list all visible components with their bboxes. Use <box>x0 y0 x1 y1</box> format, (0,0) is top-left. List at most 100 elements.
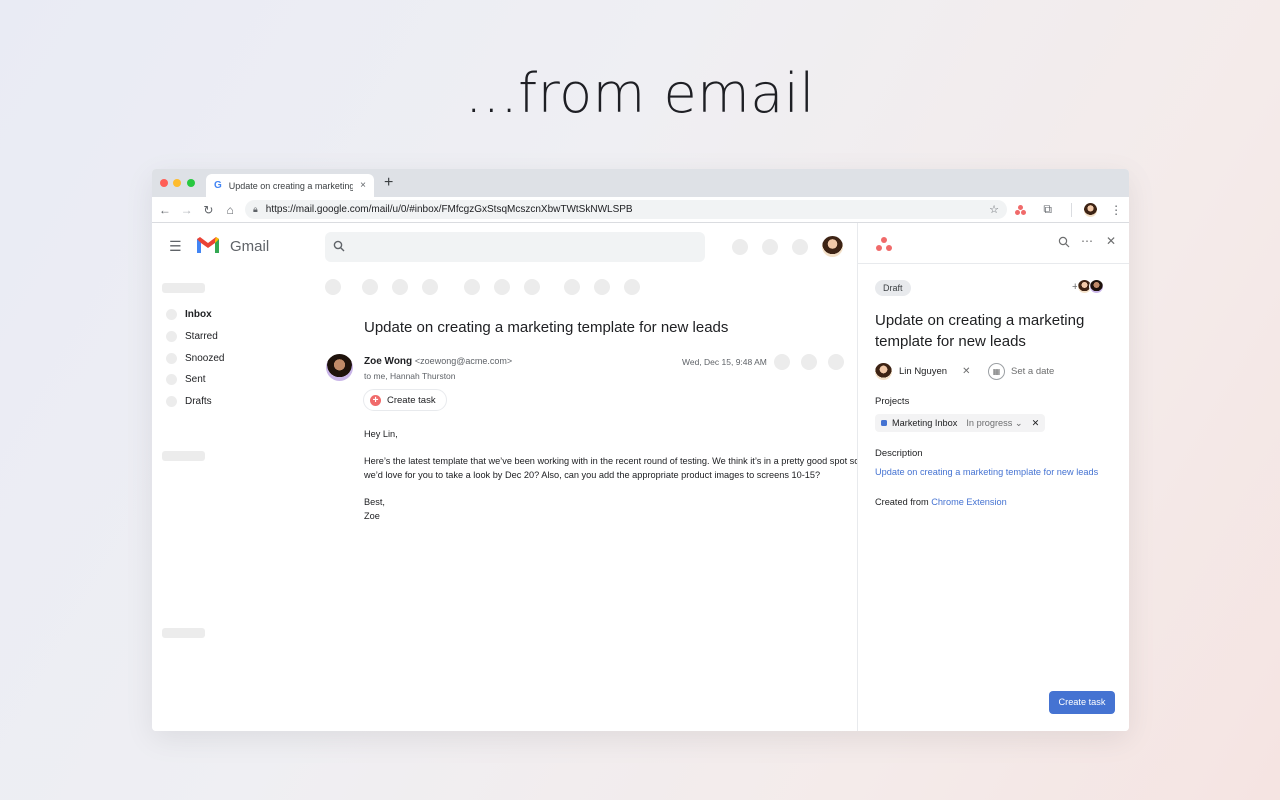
back-arrow-icon[interactable]: ← <box>158 203 172 217</box>
collaborators[interactable]: + <box>1072 279 1105 294</box>
sender-name[interactable]: Zoe Wong <box>364 356 412 367</box>
email-body-line: we’d love for you to take a look by Dec … <box>364 470 821 480</box>
assignee-field[interactable]: Lin Nguyen ✕ <box>875 363 970 380</box>
assignee-name: Lin Nguyen <box>899 366 948 377</box>
gmail-header: ☰ Gmail <box>152 223 857 271</box>
sidebar-item-snoozed[interactable]: Snoozed <box>166 353 224 364</box>
inbox-icon <box>166 309 177 320</box>
forward-arrow-icon[interactable]: → <box>180 203 194 217</box>
more-horizontal-icon[interactable]: ⋯ <box>1081 234 1093 248</box>
sidebar-item-label: Sent <box>185 374 206 385</box>
toolbar-placeholder[interactable] <box>494 279 510 295</box>
gmail-pane: ☰ Gmail Inbox Starred Snoozed Sent Draft… <box>152 223 859 731</box>
reload-icon[interactable]: ↻ <box>202 203 216 217</box>
kebab-menu-icon[interactable]: ⋮ <box>1109 203 1123 217</box>
sidebar-item-inbox[interactable]: Inbox <box>166 309 212 320</box>
search-icon[interactable] <box>1058 236 1070 251</box>
created-from-link[interactable]: Chrome Extension <box>931 497 1007 507</box>
email-signature: Zoe <box>364 511 380 521</box>
url-field[interactable]: 🔒︎ https://mail.google.com/mail/u/0/#inb… <box>245 200 1007 219</box>
sidebar-item-starred[interactable]: Starred <box>166 331 218 342</box>
projects-label: Projects <box>875 396 910 407</box>
tab-close-icon[interactable]: × <box>360 180 366 191</box>
google-g-icon: G <box>214 180 222 191</box>
search-input[interactable] <box>325 232 705 262</box>
puzzle-extensions-icon[interactable]: ⧉ <box>1041 202 1055 217</box>
sidebar-item-label: Snoozed <box>185 353 225 364</box>
toolbar-placeholder[interactable] <box>362 279 378 295</box>
description-label: Description <box>875 448 923 459</box>
sidebar-item-label: Inbox <box>185 309 212 320</box>
toolbar-placeholder[interactable] <box>464 279 480 295</box>
create-task-button[interactable]: Create task <box>1049 691 1115 714</box>
browser-tab[interactable]: G Update on creating a marketing t × <box>206 174 374 197</box>
create-task-chip[interactable]: + Create task <box>363 389 447 411</box>
project-status: In progress <box>966 417 1013 428</box>
project-status-dropdown[interactable]: In progress ⌄ <box>966 418 1022 429</box>
sidebar-item-label: Drafts <box>185 396 212 407</box>
home-icon[interactable]: ⌂ <box>223 203 237 217</box>
close-icon[interactable]: ✕ <box>1106 234 1116 248</box>
sidebar-item-sent[interactable]: Sent <box>166 374 206 385</box>
hamburger-menu-icon[interactable]: ☰ <box>169 239 182 253</box>
toolbar-placeholder[interactable] <box>524 279 540 295</box>
toolbar-placeholder[interactable] <box>325 279 341 295</box>
draft-icon <box>166 396 177 407</box>
header-placeholder <box>762 239 778 255</box>
toolbar-placeholder[interactable] <box>624 279 640 295</box>
created-from: Created from Chrome Extension <box>875 497 1007 507</box>
sidebar-placeholder <box>162 628 205 638</box>
tab-bar: G Update on creating a marketing t × + <box>152 169 1129 197</box>
sender-line: Zoe Wong <zoewong@acme.com> <box>364 356 512 367</box>
sidebar-item-label: Starred <box>185 331 218 342</box>
search-icon <box>333 240 345 255</box>
project-chip[interactable]: Marketing Inbox In progress ⌄ ✕ <box>875 414 1046 432</box>
email-action-placeholder[interactable] <box>774 354 790 370</box>
asana-header: ⋯ ✕ <box>858 223 1129 264</box>
bookmark-star-icon[interactable]: ☆ <box>989 203 999 216</box>
toolbar-placeholder[interactable] <box>392 279 408 295</box>
status-badge: Draft <box>875 280 911 296</box>
project-name: Marketing Inbox <box>892 418 958 428</box>
address-bar: ← → ↻ ⌂ 🔒︎ https://mail.google.com/mail/… <box>152 197 1129 223</box>
browser-window: G Update on creating a marketing t × + ←… <box>152 169 1129 731</box>
header-placeholder <box>792 239 808 255</box>
minimize-window-button[interactable] <box>173 179 181 187</box>
email-action-placeholder[interactable] <box>801 354 817 370</box>
close-window-button[interactable] <box>160 179 168 187</box>
remove-assignee-icon[interactable]: ✕ <box>962 366 970 377</box>
email-action-placeholder[interactable] <box>828 354 844 370</box>
clock-icon <box>166 353 177 364</box>
compose-placeholder <box>162 283 205 293</box>
description-link[interactable]: Update on creating a marketing template … <box>875 467 1098 477</box>
remove-project-icon[interactable]: ✕ <box>1032 418 1040 429</box>
toolbar-placeholder[interactable] <box>594 279 610 295</box>
lock-icon: 🔒︎ <box>253 204 258 214</box>
send-icon <box>166 374 177 385</box>
toolbar-placeholder[interactable] <box>422 279 438 295</box>
task-title[interactable]: Update on creating a marketing template … <box>875 310 1120 352</box>
recipients[interactable]: to me, Hannah Thurston <box>364 371 456 381</box>
asana-panel: ⋯ ✕ Draft + Update on creating a marketi… <box>857 223 1129 731</box>
url-text: https://mail.google.com/mail/u/0/#inbox/… <box>265 204 633 215</box>
email-signoff: Best, <box>364 497 385 507</box>
sidebar-item-drafts[interactable]: Drafts <box>166 396 212 407</box>
chevron-down-icon: ⌄ <box>1014 417 1023 428</box>
headline: ...from email <box>465 62 815 125</box>
email-date: Wed, Dec 15, 9:48 AM <box>682 357 767 367</box>
header-placeholder <box>732 239 748 255</box>
profile-avatar[interactable] <box>1083 202 1098 217</box>
email-greeting: Hey Lin, <box>364 429 398 439</box>
new-tab-button[interactable]: + <box>384 174 393 192</box>
plus-circle-icon: + <box>370 394 381 406</box>
account-avatar[interactable] <box>822 236 843 257</box>
due-date-field[interactable]: ▦ Set a date <box>988 363 1054 380</box>
asana-extension-icon[interactable] <box>1015 204 1027 215</box>
calendar-icon: ▦ <box>988 363 1005 380</box>
maximize-window-button[interactable] <box>187 179 195 187</box>
sender-avatar[interactable] <box>326 354 353 381</box>
gmail-logo-icon <box>196 236 220 259</box>
sender-email: <zoewong@acme.com> <box>414 356 513 366</box>
toolbar-placeholder[interactable] <box>564 279 580 295</box>
gmail-app-name: Gmail <box>230 238 270 255</box>
